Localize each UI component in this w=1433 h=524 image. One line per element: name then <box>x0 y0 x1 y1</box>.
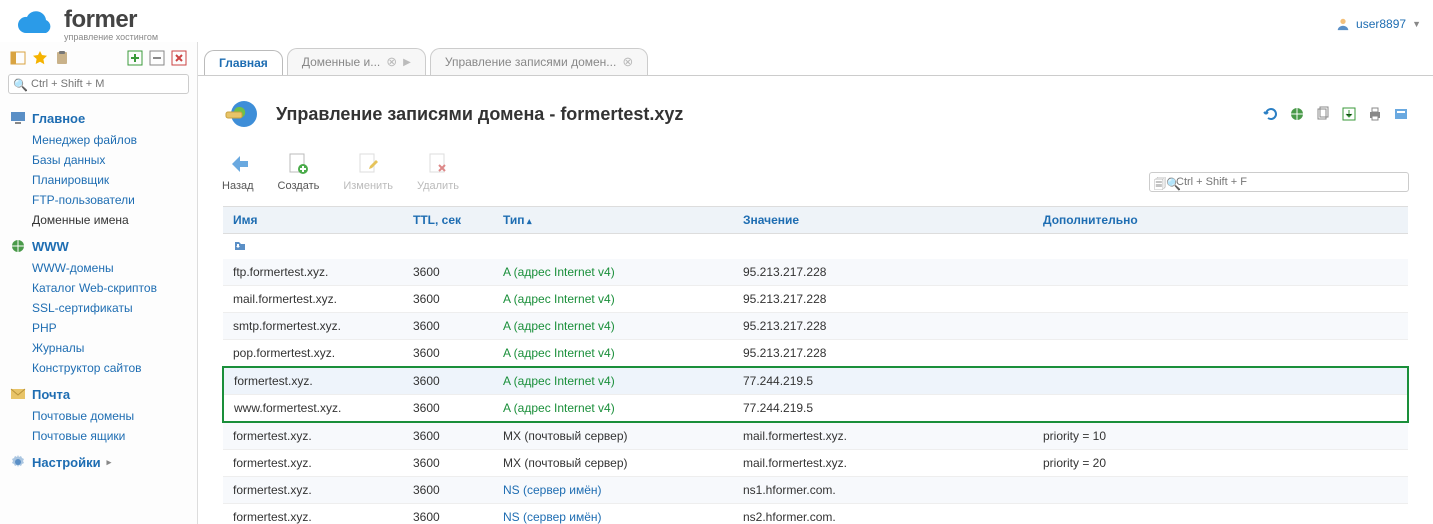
copy-icon[interactable] <box>1315 106 1331 122</box>
globe-icon <box>222 94 262 134</box>
sidebar-item[interactable]: Почтовые домены <box>10 406 187 426</box>
add-icon[interactable] <box>127 50 143 66</box>
level-up-icon[interactable] <box>233 238 247 252</box>
chevron-down-icon: ▼ <box>1412 19 1421 29</box>
brand-subtitle: управление хостингом <box>64 32 158 42</box>
table-row[interactable]: formertest.xyz.3600NS (сервер имён)ns1.h… <box>223 477 1408 504</box>
table-row[interactable]: www.formertest.xyz.3600A (адрес Internet… <box>223 395 1408 423</box>
col-name[interactable]: Имя <box>223 207 403 234</box>
tab[interactable]: Управление записями домен...⊗ <box>430 48 648 75</box>
cloud-icon <box>12 9 56 39</box>
export-icon[interactable] <box>1341 106 1357 122</box>
table-row[interactable]: formertest.xyz.3600NS (сервер имён)ns2.h… <box>223 504 1408 524</box>
sidebar-item[interactable]: Доменные имена <box>10 210 187 230</box>
edit-button[interactable]: Изменить <box>343 152 393 192</box>
sidebar-group-WWW[interactable]: WWW <box>10 238 187 254</box>
arrow-left-icon <box>226 152 250 176</box>
user-menu[interactable]: user8897 ▼ <box>1336 17 1421 31</box>
sidebar-group-Почта[interactable]: Почта <box>10 386 187 402</box>
tab[interactable]: Доменные и...⊗▶ <box>287 48 426 75</box>
sidebar: 🔍 Главное Менеджер файловБазы данныхПлани… <box>0 42 198 524</box>
user-name: user8897 <box>1356 17 1406 31</box>
settings-icon[interactable] <box>1393 106 1409 122</box>
close-icon[interactable]: ⊗ <box>386 54 397 70</box>
mail-icon <box>10 386 26 402</box>
sidebar-item[interactable]: FTP-пользователи <box>10 190 187 210</box>
search-icon: 🔍 <box>13 78 28 92</box>
table-row[interactable]: formertest.xyz.3600MX (почтовый сервер)m… <box>223 450 1408 477</box>
dns-records-table: Имя TTL, сек Тип Значение Дополнительно … <box>222 206 1409 524</box>
refresh-icon[interactable] <box>1263 106 1279 122</box>
monitor-icon <box>10 110 26 126</box>
sidebar-search-input[interactable] <box>8 74 189 94</box>
star-icon[interactable] <box>32 50 48 66</box>
brand-name: former <box>64 6 158 34</box>
sidebar-item[interactable]: Планировщик <box>10 170 187 190</box>
sidebar-item[interactable]: Конструктор сайтов <box>10 358 187 378</box>
globe-icon <box>10 238 26 254</box>
table-row[interactable]: smtp.formertest.xyz.3600A (адрес Interne… <box>223 313 1408 340</box>
tab[interactable]: Главная <box>204 50 283 75</box>
find-icon: 🗐🔍 <box>1154 175 1181 196</box>
sidebar-item[interactable]: WWW-домены <box>10 258 187 278</box>
table-row[interactable]: pop.formertest.xyz.3600A (адрес Internet… <box>223 340 1408 368</box>
col-value[interactable]: Значение <box>733 207 1033 234</box>
toggle-panel-icon[interactable] <box>10 50 26 66</box>
sidebar-item[interactable]: Журналы <box>10 338 187 358</box>
tab-bar: ГлавнаяДоменные и...⊗▶Управление записям… <box>204 48 1433 75</box>
sidebar-item[interactable]: Менеджер файлов <box>10 130 187 150</box>
close-panel-icon[interactable] <box>171 50 187 66</box>
user-icon <box>1336 17 1350 31</box>
col-extra[interactable]: Дополнительно <box>1033 207 1408 234</box>
delete-button[interactable]: Удалить <box>417 152 459 192</box>
back-button[interactable]: Назад <box>222 152 254 192</box>
table-row[interactable]: mail.formertest.xyz.3600A (адрес Interne… <box>223 286 1408 313</box>
sidebar-group-Настройки[interactable]: Настройки▸ <box>10 454 187 470</box>
chevron-right-icon: ▶ <box>403 57 411 68</box>
sidebar-item[interactable]: Почтовые ящики <box>10 426 187 446</box>
sidebar-group-Главное[interactable]: Главное <box>10 110 187 126</box>
page-title: Управление записями домена - formertest.… <box>276 104 683 125</box>
col-type[interactable]: Тип <box>493 207 733 234</box>
create-button[interactable]: Создать <box>278 152 320 192</box>
gear-icon <box>10 454 26 470</box>
page-plus-icon <box>286 152 310 176</box>
print-icon[interactable] <box>1367 106 1383 122</box>
sidebar-item[interactable]: PHP <box>10 318 187 338</box>
page-x-icon <box>426 152 450 176</box>
clipboard-icon[interactable] <box>54 50 70 66</box>
col-ttl[interactable]: TTL, сек <box>403 207 493 234</box>
remove-icon[interactable] <box>149 50 165 66</box>
find-input[interactable] <box>1149 172 1409 192</box>
close-icon[interactable]: ⊗ <box>622 54 633 70</box>
table-row[interactable]: ftp.formertest.xyz.3600A (адрес Internet… <box>223 259 1408 286</box>
sidebar-item[interactable]: Базы данных <box>10 150 187 170</box>
table-row[interactable]: formertest.xyz.3600A (адрес Internet v4)… <box>223 367 1408 395</box>
sidebar-item[interactable]: SSL-сертификаты <box>10 298 187 318</box>
sidebar-item[interactable]: Каталог Web-скриптов <box>10 278 187 298</box>
globe-small-icon[interactable] <box>1289 106 1305 122</box>
page-pencil-icon <box>356 152 380 176</box>
logo: former управление хостингом <box>12 6 158 42</box>
table-row[interactable]: formertest.xyz.3600MX (почтовый сервер)m… <box>223 422 1408 450</box>
